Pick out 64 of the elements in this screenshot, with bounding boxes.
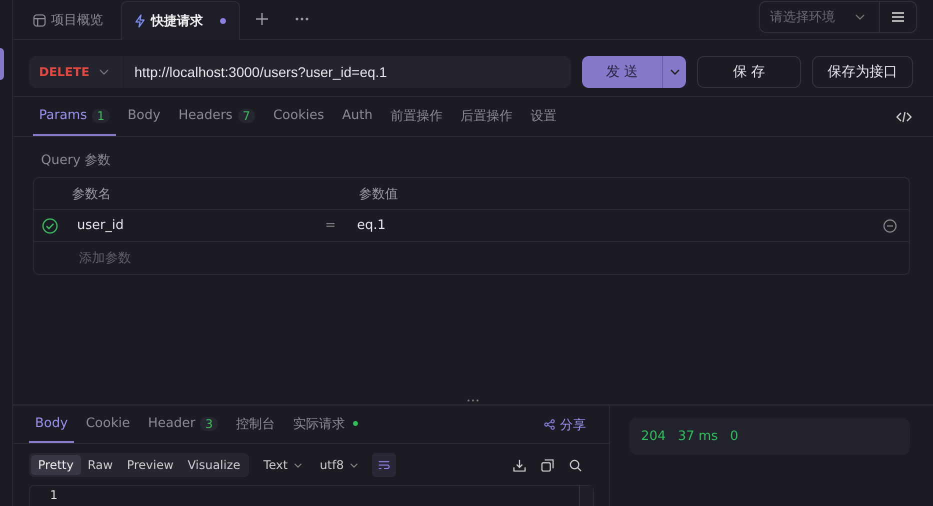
equals-sign: =	[325, 218, 337, 233]
code-editor[interactable]: 1	[29, 485, 594, 506]
encoding-select[interactable]: utf8	[316, 458, 362, 472]
column-header: 参数值	[359, 186, 398, 202]
tab[interactable]: 设置	[524, 97, 563, 136]
column-header: 参数名	[72, 186, 112, 202]
more-icon[interactable]	[295, 17, 309, 21]
tab[interactable]: 后置操作	[454, 97, 519, 136]
tab[interactable]: Headers 7	[172, 97, 262, 136]
format-select[interactable]: Text	[259, 458, 306, 472]
tab[interactable]: Cookie	[80, 406, 136, 443]
tab[interactable]: Cookies	[267, 97, 330, 136]
add-param-field[interactable]: 添加参数	[77, 250, 381, 266]
share-link[interactable]: 分享	[544, 406, 586, 443]
param-name[interactable]: user_id	[77, 218, 325, 233]
tab[interactable]: 前置操作	[384, 97, 449, 136]
chevron-icon	[855, 14, 865, 20]
tab[interactable]: Params 1	[33, 97, 116, 136]
send-button[interactable]: 发 送	[582, 56, 662, 88]
share-icon	[544, 419, 555, 430]
chevron-icon	[99, 69, 110, 75]
tab[interactable]: 快捷请求	[121, 1, 240, 40]
tab[interactable]: Body	[29, 406, 74, 443]
tab[interactable]: 实际请求	[286, 406, 364, 443]
chevron-icon	[350, 462, 358, 468]
menu-icon	[892, 12, 904, 22]
code-icon[interactable]	[896, 110, 912, 122]
chevron-icon	[294, 462, 302, 468]
view-mode-tab[interactable]: Raw	[80, 455, 120, 475]
tab[interactable]: 控制台	[230, 406, 281, 443]
remove-icon[interactable]	[883, 218, 897, 232]
tab[interactable]: Auth	[336, 97, 379, 136]
layout-icon	[33, 14, 46, 26]
response-size: 0	[730, 429, 738, 444]
chevron-icon	[670, 69, 680, 75]
copy-icon[interactable]	[541, 458, 554, 472]
lightning-icon	[134, 14, 146, 28]
tab[interactable]: Body	[122, 97, 166, 136]
section-title: Query 参数	[40, 152, 112, 169]
search-icon[interactable]	[569, 458, 582, 472]
status-code: 204	[641, 429, 666, 444]
url-field[interactable]: http://localhost:3000/users?user_id=eq.1	[124, 56, 571, 88]
view-mode-tab[interactable]: Visualize	[180, 455, 248, 475]
tab[interactable]: 项目概览	[21, 1, 115, 39]
count-badge: 7	[238, 108, 256, 122]
sidebar-handle[interactable]	[0, 48, 4, 80]
check-circle-icon[interactable]	[42, 218, 58, 234]
save-as-api-button[interactable]: 保存为接口	[812, 56, 913, 88]
save-button[interactable]: 保 存	[697, 56, 801, 88]
add-icon[interactable]	[255, 12, 269, 26]
view-mode-tab[interactable]: Preview	[120, 455, 181, 475]
view-mode-tab[interactable]: Pretty	[31, 455, 81, 475]
line-number: 1	[50, 488, 58, 502]
wrap-icon	[378, 460, 390, 470]
param-value[interactable]: eq.1	[357, 218, 386, 233]
count-badge: 1	[92, 108, 110, 122]
drag-handle-icon[interactable]	[467, 398, 479, 402]
wrap-lines-button[interactable]	[372, 453, 396, 477]
send-menu-button[interactable]	[662, 56, 686, 88]
count-badge: 3	[200, 416, 218, 430]
response-time: 37 ms	[678, 429, 718, 444]
tab[interactable]: Header 3	[142, 406, 224, 443]
download-icon[interactable]	[513, 458, 526, 472]
method-select[interactable]: DELETE	[29, 56, 124, 88]
